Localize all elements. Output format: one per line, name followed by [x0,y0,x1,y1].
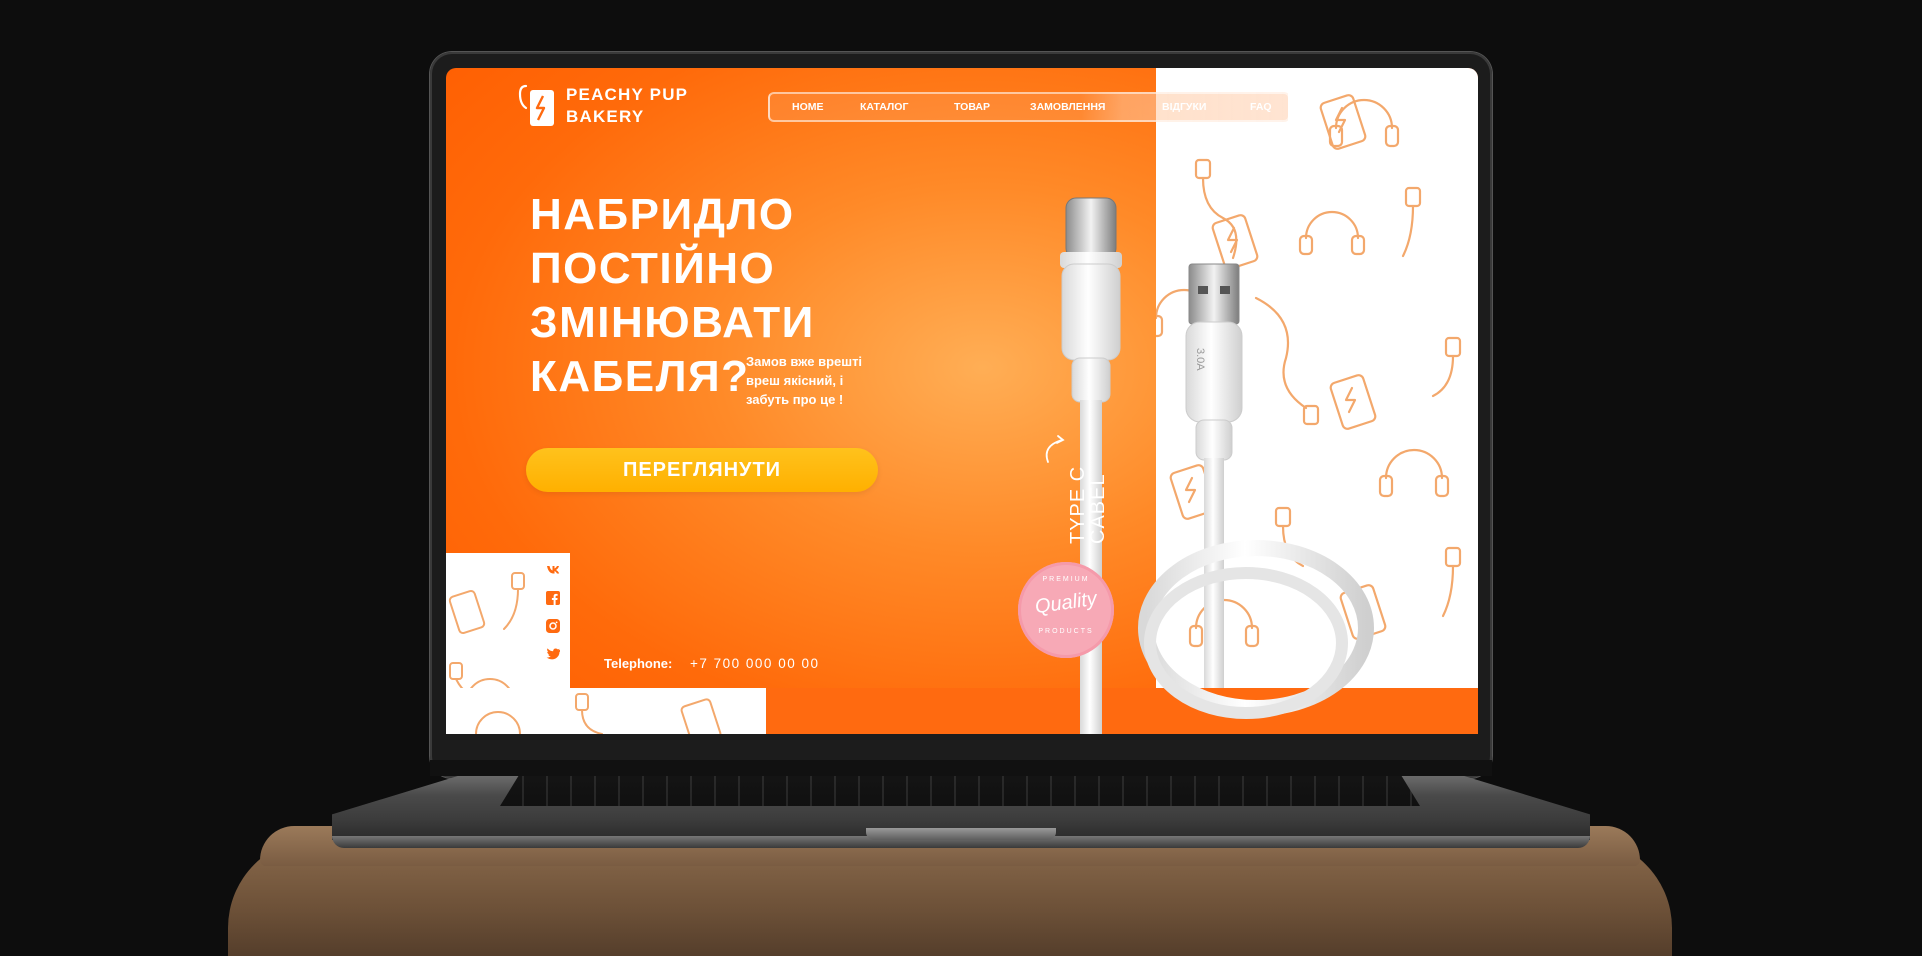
instagram-icon[interactable] [546,619,560,633]
brand-logo[interactable]: PEACHY PUP BAKERY [518,82,688,130]
nav-product[interactable]: ТОВАР [954,101,990,113]
facebook-icon[interactable] [546,591,560,605]
usb-a-cable [1138,263,1374,719]
laptop-keyboard [500,776,1420,806]
view-button[interactable]: ПЕРЕГЛЯНУТИ [526,448,878,492]
curved-arrow-icon [1045,435,1065,463]
brand-line-2: BAKERY [566,107,645,126]
connector-marking: 3.0A [1194,348,1206,371]
laptop-hinge [430,760,1492,776]
headline-line-2: ПОСТІЙНО [530,244,776,293]
twitter-icon[interactable] [546,647,560,661]
headline-line-3: ЗМІНЮВАТИ [530,298,815,347]
subtext-line-1: Замов вже врешті [746,354,863,369]
subtext-line-2: вреш якісний, і [746,373,844,388]
laptop-notch [866,828,1056,840]
nav-reviews[interactable]: ВІДГУКИ [1162,101,1206,113]
quality-badge: PREMIUM Quality PRODUCTS [1018,562,1114,658]
phone-number[interactable]: +7 700 000 00 00 [690,656,819,671]
type-label-line-2: CABEL [1087,473,1109,544]
main-nav: HOME КАТАЛОГ ТОВАР ЗАМОВЛЕННЯ ВІДГУКИ FA… [768,92,1290,122]
brand-name: PEACHY PUP BAKERY [566,84,688,128]
headline-line-1: НАБРИДЛО [530,190,795,239]
vk-icon[interactable] [546,562,560,576]
nav-catalog[interactable]: КАТАЛОГ [860,101,908,113]
nav-faq[interactable]: FAQ [1250,101,1272,113]
website-screen: 3.0A PEACHY PUP BAKERY HOME КАТАЛОГ ТОВА… [446,68,1478,734]
phone-label: Telephone: [604,656,673,671]
powerbank-logo-icon [518,84,554,126]
hero-subtext: Замов вже врешті вреш якісний, і забуть … [746,352,896,409]
type-label-line-1: TYPE C [1067,465,1089,544]
badge-bottom-text: PRODUCTS [1038,628,1094,635]
subtext-line-3: забуть про це ! [746,392,844,407]
type-c-label: TYPE C CABEL [1067,465,1109,544]
badge-main-text: Quality [1033,587,1099,619]
nav-home[interactable]: HOME [792,101,824,113]
brand-line-1: PEACHY PUP [566,85,689,104]
badge-top-text: PREMIUM [1042,576,1090,583]
nav-orders[interactable]: ЗАМОВЛЕННЯ [1030,101,1105,113]
